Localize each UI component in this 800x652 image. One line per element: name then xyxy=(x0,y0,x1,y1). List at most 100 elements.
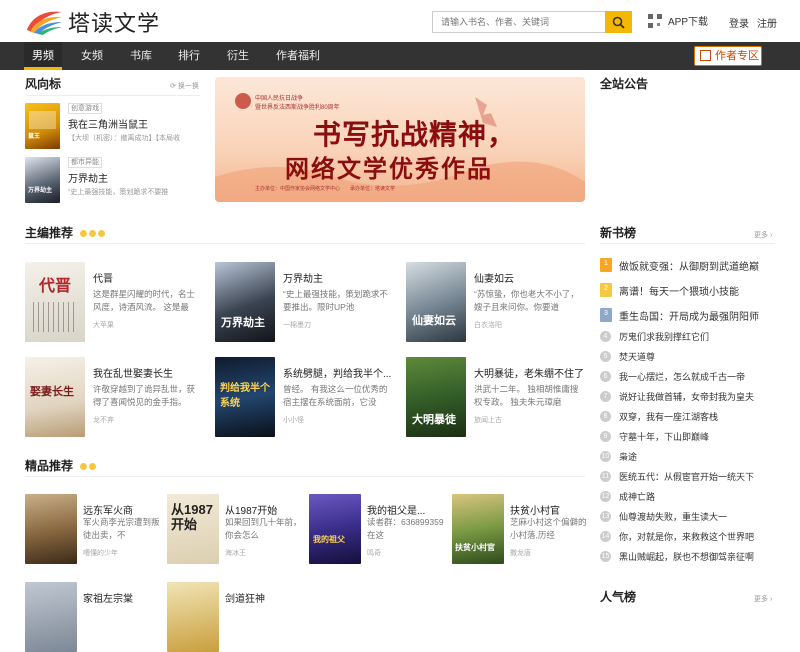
trending-item[interactable]: 万界劫主 都市异能 万界劫主 “史上最强技能，策划跪求不要推 xyxy=(25,157,205,205)
rank-book-title[interactable]: 我一心摆烂，怎么就成千古一帝 xyxy=(619,370,745,383)
rank-book-title[interactable]: 枭途 xyxy=(619,450,637,463)
nav-item-library[interactable]: 书库 xyxy=(122,42,160,70)
book-cover[interactable]: 我的祖父 xyxy=(309,494,361,564)
book-card[interactable]: 我的祖父 我的祖父是... 读者群：636899359 在这 鸣奇 xyxy=(309,494,444,564)
rank-book-title[interactable]: 黑山贼崛起，朕也不想御驾亲征啊 xyxy=(619,550,754,563)
book-card[interactable]: 判给我半个系统 系统劈腿，判给我半个... 曾经。 有我这么一位优秀的宿主摆在系… xyxy=(215,357,395,437)
book-author[interactable]: 龙不弃 xyxy=(93,415,114,425)
new-book-rank-item[interactable]: 10 枭途 xyxy=(600,450,780,466)
rank-book-title[interactable]: 守墓十年，下山即巅峰 xyxy=(619,430,709,443)
nav-item-author-welfare[interactable]: 作者福利 xyxy=(268,42,328,70)
rank-book-title[interactable]: 说好让我做首辅，女帝封我为皇夫 xyxy=(619,390,754,403)
rank-book-title[interactable]: 厉鬼们求我别撑红它们 xyxy=(619,330,709,343)
book-cover[interactable] xyxy=(25,582,77,652)
rank-book-title[interactable]: 离谱！每天一个猥琐小技能 xyxy=(619,283,739,298)
book-cover[interactable]: 鼠王 xyxy=(25,103,60,149)
book-card[interactable]: 家祖左宗棠 xyxy=(25,582,160,652)
promo-banner[interactable]: 中国人民抗日战争 暨世界反法西斯战争胜利80周年 书写抗战精神， 网络文学优秀作… xyxy=(215,77,585,202)
book-author[interactable]: 鸣奇 xyxy=(367,548,381,558)
new-book-rank-item[interactable]: 14 你，对就是你，来救救这个世界吧 xyxy=(600,530,780,546)
book-title[interactable]: 家祖左宗棠 xyxy=(83,590,163,605)
book-cover[interactable]: 代晋 xyxy=(25,262,85,342)
author-zone-button[interactable]: 作者专区 xyxy=(694,46,762,66)
new-book-rank-item[interactable]: 1 做饭就变强：从御厨到武道绝巅 xyxy=(600,258,780,274)
book-title[interactable]: 剑道狂神 xyxy=(225,590,305,605)
book-title[interactable]: 仙妻如云 xyxy=(474,270,586,285)
book-author[interactable]: 一棉墨刀 xyxy=(283,320,311,330)
nav-item-derivative[interactable]: 衍生 xyxy=(219,42,257,70)
book-card[interactable]: 大明暴徒 大明暴徒，老朱绷不住了 洪武十二年。 独相胡惟庸搜权专政。 独夫朱元璋… xyxy=(406,357,586,437)
app-download-link[interactable]: APP下载 xyxy=(648,13,708,28)
book-title[interactable]: 代晋 xyxy=(93,270,205,285)
book-cover[interactable]: 从1987 开始 xyxy=(167,494,219,564)
book-title[interactable]: 大明暴徒，老朱绷不住了 xyxy=(474,365,586,380)
book-title[interactable]: 远东军火商 xyxy=(83,502,163,517)
book-card[interactable]: 代晋 代晋 这是群星闪耀的时代，名士风度，诗酒风流。 这是最 大苹果 xyxy=(25,262,205,342)
new-book-rank-item[interactable]: 9 守墓十年，下山即巅峰 xyxy=(600,430,780,446)
book-author[interactable]: 嘈懂的少年 xyxy=(83,548,118,558)
rank-book-title[interactable]: 你，对就是你，来救救这个世界吧 xyxy=(619,530,754,543)
new-book-rank-item[interactable]: 5 焚天道尊 xyxy=(600,350,780,366)
book-cover[interactable]: 万界劫主 xyxy=(215,262,275,342)
book-cover[interactable]: 扶贫小村官 xyxy=(452,494,504,564)
new-books-more-link[interactable]: 更多 › xyxy=(754,230,772,240)
book-card[interactable]: 娶妻长生 我在乱世娶妻长生 许敬穿越到了诡异乱世，获得了喜闻悦见的金手指。 龙不… xyxy=(25,357,205,437)
book-cover[interactable] xyxy=(25,494,77,564)
book-title[interactable]: 从1987开始 xyxy=(225,502,305,517)
book-author[interactable]: 大苹果 xyxy=(93,320,114,330)
book-title[interactable]: 我的祖父是... xyxy=(367,502,447,517)
nav-item-male[interactable]: 男频 xyxy=(24,42,62,70)
new-book-rank-item[interactable]: 3 重生岛国：开局成为最强阴阳师 xyxy=(600,308,780,324)
search-button[interactable] xyxy=(605,11,632,33)
book-author[interactable]: 海冰王 xyxy=(225,548,246,558)
book-title[interactable]: 我在乱世娶妻长生 xyxy=(93,365,205,380)
new-book-rank-item[interactable]: 6 我一心摆烂，怎么就成千古一帝 xyxy=(600,370,780,386)
refresh-button[interactable]: ⟳ 换一换 xyxy=(170,81,199,91)
new-book-rank-item[interactable]: 13 仙尊渡劫失败，重生读大一 xyxy=(600,510,780,526)
book-title[interactable]: 我在三角洲当鼠王 xyxy=(68,116,148,131)
new-book-rank-item[interactable]: 11 医统五代：从假宦官开始一统天下 xyxy=(600,470,780,486)
rank-book-title[interactable]: 做饭就变强：从御厨到武道绝巅 xyxy=(619,258,759,273)
rank-book-title[interactable]: 重生岛国：开局成为最强阴阳师 xyxy=(619,308,759,323)
book-title[interactable]: 万界劫主 xyxy=(283,270,395,285)
book-author[interactable]: 白衣洛阳 xyxy=(474,320,502,330)
search-input[interactable] xyxy=(432,11,605,33)
book-cover[interactable]: 娶妻长生 xyxy=(25,357,85,437)
new-book-rank-item[interactable]: 8 双穿，我有一座江湖客栈 xyxy=(600,410,780,426)
book-cover[interactable]: 仙妻如云 xyxy=(406,262,466,342)
register-link[interactable]: 注册 xyxy=(757,15,777,30)
book-cover[interactable]: 万界劫主 xyxy=(25,157,60,203)
book-title[interactable]: 万界劫主 xyxy=(68,170,108,185)
book-cover[interactable] xyxy=(167,582,219,652)
book-cover[interactable]: 判给我半个系统 xyxy=(215,357,275,437)
new-book-rank-item[interactable]: 7 说好让我做首辅，女帝封我为皇夫 xyxy=(600,390,780,406)
book-cover[interactable]: 大明暴徒 xyxy=(406,357,466,437)
book-title[interactable]: 系统劈腿，判给我半个... xyxy=(283,365,395,380)
new-book-rank-item[interactable]: 15 黑山贼崛起，朕也不想御驾亲征啊 xyxy=(600,550,780,566)
book-title[interactable]: 扶贫小村官 xyxy=(510,502,590,517)
rank-book-title[interactable]: 医统五代：从假宦官开始一统天下 xyxy=(619,470,754,483)
book-author[interactable]: 小小怪 xyxy=(283,415,304,425)
book-card[interactable]: 从1987 开始 从1987开始 如果回到几十年前，你会怎么 海冰王 xyxy=(167,494,302,564)
new-book-rank-item[interactable]: 2 离谱！每天一个猥琐小技能 xyxy=(600,283,780,299)
rank-book-title[interactable]: 仙尊渡劫失败，重生读大一 xyxy=(619,510,727,523)
trending-item[interactable]: 鼠王 创意游戏 我在三角洲当鼠王 【大坝（机密）：撤离成功】【本局收 xyxy=(25,103,205,151)
book-card[interactable]: 剑道狂神 xyxy=(167,582,302,652)
book-card[interactable]: 仙妻如云 仙妻如云 “苏惊蛰，你也老大不小了，嫂子且来问你。你要道 白衣洛阳 xyxy=(406,262,586,342)
rank-book-title[interactable]: 成神亡路 xyxy=(619,490,655,503)
nav-item-ranking[interactable]: 排行 xyxy=(170,42,208,70)
nav-item-female[interactable]: 女频 xyxy=(73,42,111,70)
rank-book-title[interactable]: 双穿，我有一座江湖客栈 xyxy=(619,410,718,423)
book-author[interactable]: 撒龙唐 xyxy=(510,548,531,558)
book-card[interactable]: 万界劫主 万界劫主 “史上最强技能，策划跪求不要推出。限时UP池 一棉墨刀 xyxy=(215,262,395,342)
popular-more-link[interactable]: 更多 › xyxy=(754,594,772,604)
rank-book-title[interactable]: 焚天道尊 xyxy=(619,350,655,363)
site-logo-icon[interactable] xyxy=(24,6,64,36)
new-book-rank-item[interactable]: 4 厉鬼们求我别撑红它们 xyxy=(600,330,780,346)
book-author[interactable]: 旅闻上古 xyxy=(474,415,502,425)
new-book-rank-item[interactable]: 12 成神亡路 xyxy=(600,490,780,506)
login-link[interactable]: 登录 xyxy=(729,15,749,30)
book-card[interactable]: 扶贫小村官 扶贫小村官 芝麻小村这个偏僻的小村落,历经 撒龙唐 xyxy=(452,494,587,564)
site-name[interactable]: 塔读文学 xyxy=(68,6,160,38)
book-card[interactable]: 远东军火商 军火商李光宗遭到叛徒出卖，不 嘈懂的少年 xyxy=(25,494,160,564)
